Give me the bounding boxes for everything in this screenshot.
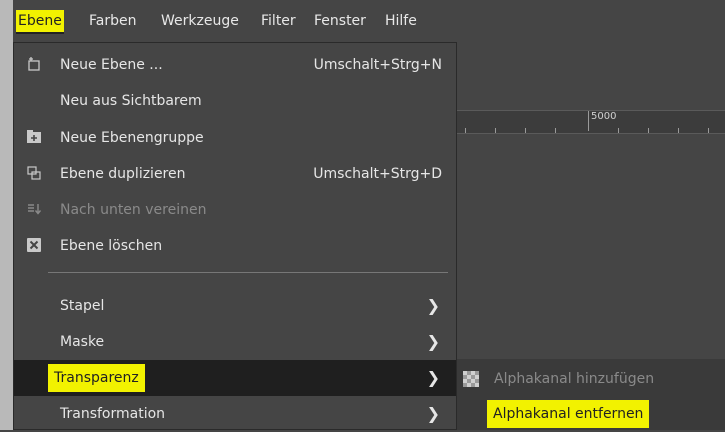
submenu-item-label: Alphakanal entfernen bbox=[487, 400, 650, 428]
ruler-tick bbox=[525, 128, 526, 133]
submenu-item-remove-alpha[interactable]: Alphakanal entfernen bbox=[457, 396, 725, 432]
menubar-werkzeuge[interactable]: Werkzeuge bbox=[159, 10, 241, 32]
ruler-tick bbox=[618, 128, 619, 133]
window-left-edge bbox=[0, 0, 13, 430]
menubar-fenster[interactable]: Fenster bbox=[312, 10, 368, 32]
menu-item-new-from-visible[interactable]: Neu aus Sichtbarem bbox=[14, 83, 456, 119]
horizontal-ruler[interactable]: 5000 bbox=[457, 110, 725, 134]
checkerboard-icon bbox=[463, 371, 479, 387]
menu-item-transparency[interactable]: Transparenz ❯ bbox=[14, 360, 456, 396]
menubar: Ebene Farben Werkzeuge Filter Fenster Hi… bbox=[13, 0, 725, 42]
menu-item-label: Maske bbox=[60, 334, 105, 350]
ruler-tick bbox=[678, 128, 679, 133]
menu-item-merge-down[interactable]: Nach unten vereinen bbox=[14, 192, 456, 228]
menu-item-delete-layer[interactable]: Ebene löschen bbox=[14, 228, 456, 264]
menu-separator bbox=[48, 272, 448, 273]
menu-item-label: Ebene löschen bbox=[60, 238, 163, 254]
transparency-submenu: Alphakanal hinzufügen Alphakanal entfern… bbox=[457, 359, 725, 430]
menu-item-mask[interactable]: Maske ❯ bbox=[14, 324, 456, 360]
new-layer-icon bbox=[25, 56, 43, 74]
menu-item-label: Nach unten vereinen bbox=[60, 202, 207, 218]
menubar-farben[interactable]: Farben bbox=[87, 10, 138, 32]
menu-item-stack[interactable]: Stapel ❯ bbox=[14, 288, 456, 324]
menu-item-label: Transparenz bbox=[48, 364, 145, 392]
ruler-tick bbox=[708, 128, 709, 133]
menu-item-label: Neue Ebene ... bbox=[60, 57, 163, 73]
menu-item-label: Stapel bbox=[60, 298, 105, 314]
submenu-item-label: Alphakanal hinzufügen bbox=[494, 371, 655, 387]
menu-item-label: Neu aus Sichtbarem bbox=[60, 93, 202, 109]
chevron-right-icon: ❯ bbox=[426, 404, 440, 423]
ruler-tick bbox=[555, 128, 556, 133]
chevron-right-icon: ❯ bbox=[426, 368, 440, 387]
duplicate-layer-icon bbox=[25, 165, 43, 183]
chevron-right-icon: ❯ bbox=[426, 296, 440, 315]
layer-menu: Neue Ebene ... Umschalt+Strg+N Neu aus S… bbox=[13, 42, 457, 430]
new-layer-group-icon bbox=[25, 129, 43, 147]
menu-item-shortcut: Umschalt+Strg+N bbox=[313, 57, 442, 73]
menu-item-label: Ebene duplizieren bbox=[60, 166, 186, 182]
submenu-item-add-alpha[interactable]: Alphakanal hinzufügen bbox=[457, 361, 725, 397]
menu-item-new-layer-group[interactable]: Neue Ebenengruppe bbox=[14, 120, 456, 156]
menu-item-duplicate-layer[interactable]: Ebene duplizieren Umschalt+Strg+D bbox=[14, 156, 456, 192]
delete-layer-icon bbox=[25, 237, 43, 255]
merge-down-icon bbox=[25, 201, 43, 219]
menubar-hilfe[interactable]: Hilfe bbox=[383, 10, 419, 32]
ruler-tick bbox=[648, 128, 649, 133]
chevron-right-icon: ❯ bbox=[426, 332, 440, 351]
menu-item-shortcut: Umschalt+Strg+D bbox=[313, 166, 442, 182]
ruler-label: 5000 bbox=[588, 111, 616, 131]
menu-item-label: Neue Ebenengruppe bbox=[60, 130, 204, 146]
menu-item-label: Transformation bbox=[60, 406, 166, 422]
menu-item-new-layer[interactable]: Neue Ebene ... Umschalt+Strg+N bbox=[14, 47, 456, 83]
ruler-tick bbox=[495, 128, 496, 133]
menu-item-transformation[interactable]: Transformation ❯ bbox=[14, 396, 456, 432]
menubar-filter[interactable]: Filter bbox=[259, 10, 298, 32]
ruler-tick bbox=[465, 128, 466, 133]
menubar-ebene[interactable]: Ebene bbox=[16, 10, 64, 34]
